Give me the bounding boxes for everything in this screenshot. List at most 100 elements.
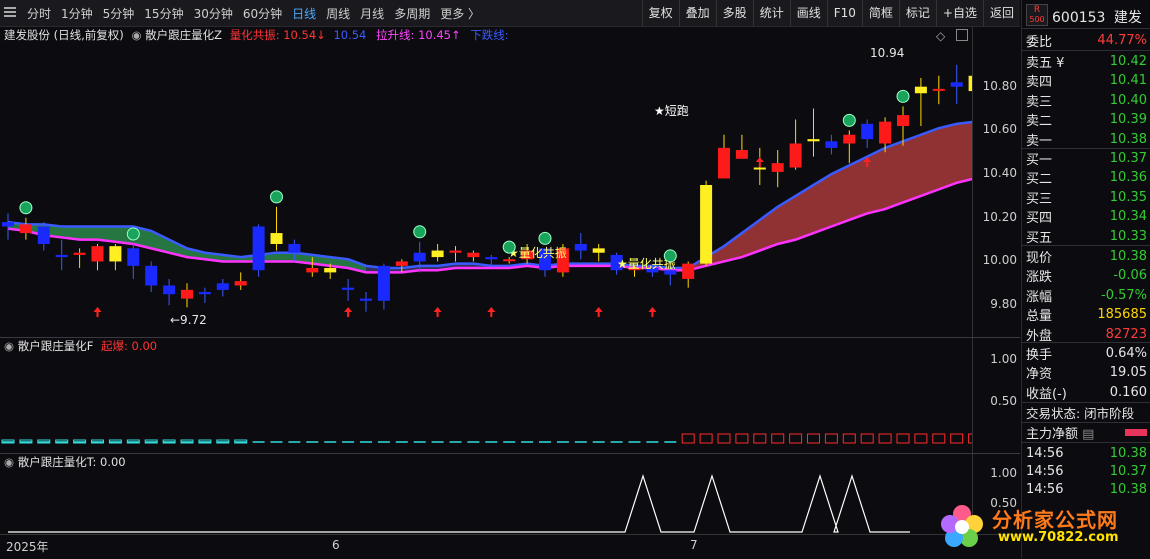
main-flow-bar [1125,428,1147,436]
candle-body [914,86,927,94]
candle-body [163,285,176,295]
toolbar-button[interactable]: 复权 [641,0,679,26]
toolbar-button[interactable]: 画线 [789,0,827,26]
stat-row[interactable]: 外盘 82723 [1026,324,1147,344]
period-tabs: 分时 1分钟 5分钟 15分钟 30分钟 60分钟 日线 周线 月线 多周期 更多 〉 [0,5,485,22]
stat-row[interactable]: 涨跌 -0.06 [1026,266,1147,286]
tick-row[interactable]: 14:56 10.38 [1026,443,1147,463]
volume-bar [807,433,820,444]
bid-row[interactable]: 买三 10.35 [1026,187,1147,207]
period-tab[interactable]: 60分钟 [238,5,287,22]
rating-badge[interactable]: R 500 [1026,4,1048,26]
candle-body [879,121,892,144]
period-tab[interactable]: 分时 [22,5,56,22]
stat-row[interactable]: 总量 185685 [1026,305,1147,325]
stat-label: 总量 [1026,309,1053,324]
bid-row[interactable]: 买四 10.34 [1026,207,1147,227]
period-tab[interactable]: 周线 [321,5,355,22]
toolbar-button[interactable]: 叠加 [678,0,716,26]
period-tab[interactable]: 5分钟 [98,5,140,22]
period-tab[interactable]: 1分钟 [56,5,98,22]
period-tab[interactable]: 30分钟 [189,5,238,22]
toolbar-button[interactable]: 统计 [752,0,790,26]
bid-value: 10.34 [1109,209,1147,224]
candle-body [252,226,265,271]
ask-value: 10.39 [1109,112,1147,127]
bid-row[interactable]: 买五 10.33 [1026,226,1147,246]
stat-label: 涨幅 [1026,289,1053,305]
stat-row[interactable]: 现价 10.38 [1026,246,1147,266]
panel-t[interactable]: ◉ 散户跟庄量化T: 0.00 [0,454,972,534]
candle-body [771,163,784,172]
ask-row[interactable]: 卖二 10.39 [1026,110,1147,130]
tick-row[interactable]: 14:56 10.38 [1026,479,1147,499]
volume-bar [753,433,767,444]
stat2-row[interactable]: 换手 0.64% [1026,343,1147,363]
kline-panel[interactable]: 建发股份 (日线,前复权) ◉ 散户跟庄量化Z 量化共振: 10.54↓ 10.… [0,27,972,337]
stat-row[interactable]: 涨幅 -0.57% [1026,285,1147,305]
main-flow-row[interactable]: 主力净额 ▤ [1026,422,1147,442]
stat-value: 10.38 [1109,248,1147,264]
candle-body [431,250,444,258]
x-label-july: 7 [690,538,698,552]
y-tick: 10.40 [982,166,1017,181]
candle-body [700,185,713,264]
candle-body [198,292,211,295]
signal-badge-icon [19,201,33,215]
y-tick: 10.60 [982,122,1017,137]
stat-label: 现价 [1026,250,1053,266]
volume-bar [824,433,838,444]
stat2-value: 0.64% [1105,345,1147,361]
tick-value: 10.38 [1109,481,1147,497]
signal-badge-icon [538,231,552,245]
period-tab[interactable]: 更多 〉 [435,5,485,22]
ask-row[interactable]: 卖三 10.40 [1026,90,1147,110]
tick-row[interactable]: 14:56 10.37 [1026,461,1147,481]
trend-line [8,474,910,533]
signal-badge-icon [842,113,856,127]
stat-value: 185685 [1097,307,1147,322]
toolbar-button[interactable]: 简框 [861,0,899,26]
ask-row[interactable]: 卖四 10.41 [1026,71,1147,91]
tick-label: 14:56 [1026,463,1064,479]
flower-logo-icon [941,505,983,547]
toolbar-button[interactable]: 标记 [898,0,936,26]
candle-body [306,268,319,273]
ask-value: 10.40 [1109,92,1147,108]
panel-f-chart [1,433,972,444]
period-tab[interactable]: 日线 [287,5,321,22]
ask-row[interactable]: 卖五 ¥ 10.42 [1026,51,1147,71]
candle-body [19,224,32,234]
signal-badge-icon [663,249,677,263]
panel-f[interactable]: ◉ 散户跟庄量化F 起爆: 0.00 [0,338,972,453]
panel-f-y-axis: 1.00 0.50 [972,338,1021,453]
toolbar-button[interactable]: F10 [826,0,862,26]
table-icon[interactable]: ▤ [1082,427,1094,442]
candle-body [91,246,104,262]
period-tab[interactable]: 月线 [355,5,389,22]
toolbar-button[interactable]: 多股 [715,0,753,26]
ask-row[interactable]: 卖一 10.38 [1026,129,1147,149]
candle-body [109,246,122,262]
menu-icon[interactable] [4,6,16,18]
tick-value: 10.38 [1109,445,1147,461]
candle-body [288,243,301,253]
period-tab[interactable]: 15分钟 [139,5,188,22]
stat-label: 涨跌 [1026,270,1053,285]
stock-name: 建发 [1113,10,1142,26]
stat2-row[interactable]: 收益(-) 0.160 [1026,382,1147,402]
toolbar-button[interactable]: 返回 [982,0,1020,26]
bid-row[interactable]: 买一 10.37 [1026,148,1147,168]
toolbar-button[interactable]: +自选 [935,0,983,26]
candle-body [395,261,408,266]
volume-bar [717,433,731,444]
stat2-row[interactable]: 净资 19.05 [1026,363,1147,383]
period-tab[interactable]: 多周期 [389,5,435,22]
quote-panel: R 500 600153 建发 委比 44.77% 卖五 ¥ 10.42 卖四 10.… [1021,0,1150,558]
volume-bar [878,433,892,444]
bid-row[interactable]: 买二 10.36 [1026,168,1147,188]
candle-body [449,250,462,253]
kline-chart[interactable]: 10.94←9.72★短跑★量化共振★量化共振 [0,27,972,327]
bid-label: 买四 [1026,211,1053,226]
signal-badge-icon [126,227,140,241]
